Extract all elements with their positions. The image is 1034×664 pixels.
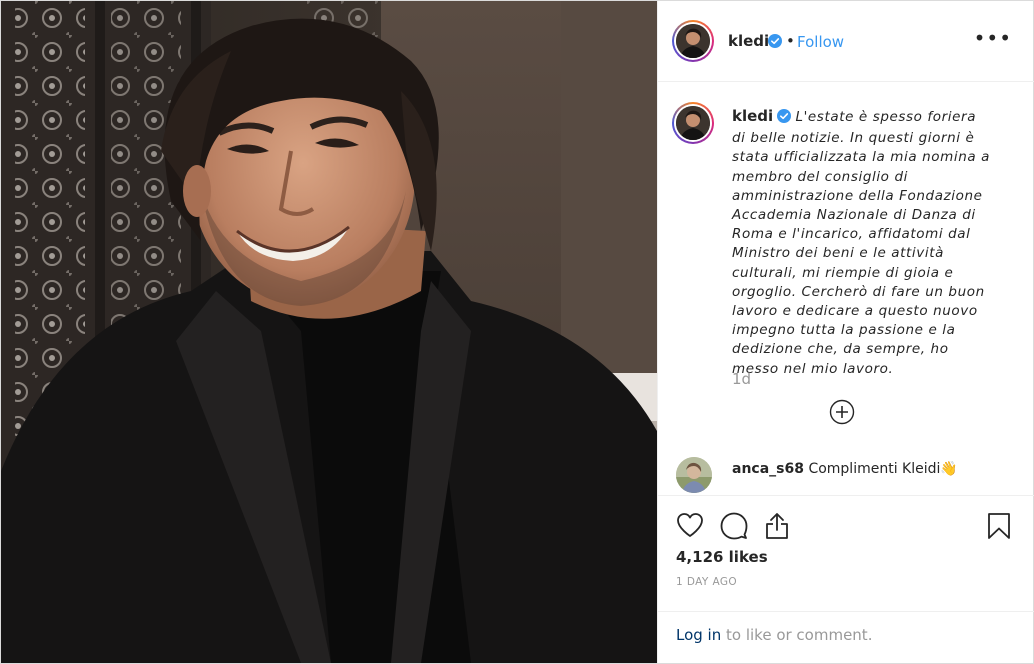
comment-text: anca_s68 Complimenti Kleidi👋 (732, 461, 958, 477)
verified-badge-icon (777, 109, 792, 129)
post-photo[interactable] (1, 1, 657, 663)
likes-count[interactable]: 4,126 likes (676, 548, 768, 566)
caption-author-avatar[interactable] (672, 102, 714, 144)
instagram-post: kledi • Follow ••• kledi L'estate è spes… (0, 0, 1034, 664)
caption-text: kledi L'estate è spesso foriera di belle… (732, 107, 994, 379)
share-icon[interactable] (764, 512, 790, 544)
verified-badge-icon (768, 33, 782, 52)
separator-dot: • (786, 32, 795, 50)
caption-username[interactable]: kledi (732, 107, 773, 125)
bookmark-icon[interactable] (987, 512, 1011, 544)
comment-body: Complimenti Kleidi👋 (808, 461, 958, 477)
heart-icon[interactable] (676, 512, 704, 542)
caption-avatar-photo (676, 106, 710, 140)
comment-bubble-icon[interactable] (720, 512, 748, 544)
post-actions: 4,126 likes 1 DAY AGO Log in to like or … (658, 495, 1034, 663)
commenter-avatar-photo (676, 457, 712, 493)
post-timestamp[interactable]: 1 DAY AGO (676, 576, 737, 588)
login-prompt: Log in to like or comment. (658, 611, 1034, 663)
plus-circle-icon[interactable] (829, 399, 855, 425)
more-options-icon[interactable]: ••• (974, 28, 1012, 48)
login-prompt-text: to like or comment. (721, 626, 873, 644)
comment-username[interactable]: anca_s68 (732, 461, 804, 477)
login-link[interactable]: Log in (676, 626, 721, 644)
post-header: kledi • Follow ••• (658, 1, 1034, 82)
follow-button[interactable]: Follow (797, 33, 844, 51)
post-photo-portrait (1, 1, 657, 663)
caption-age: 1d (732, 370, 752, 388)
comments-section[interactable]: kledi L'estate è spesso foriera di belle… (658, 82, 1034, 494)
commenter-avatar[interactable] (676, 457, 712, 493)
author-username[interactable]: kledi (728, 32, 769, 50)
author-avatar-photo (676, 24, 710, 58)
author-avatar[interactable] (672, 20, 714, 62)
caption-body: L'estate è spesso foriera di belle notiz… (732, 109, 991, 377)
post-side-panel: kledi • Follow ••• kledi L'estate è spes… (657, 1, 1034, 663)
